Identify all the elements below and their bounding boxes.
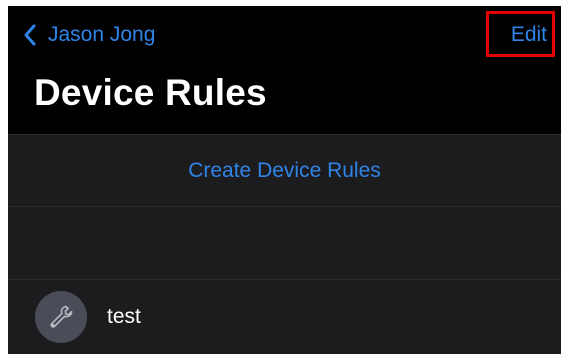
page-title: Device Rules [34,72,267,113]
empty-row [8,206,561,279]
navigation-bar: Jason Jong Edit Device Rules [8,6,561,134]
rule-name: test [107,305,141,328]
list-item[interactable]: test [8,279,561,354]
wrench-icon [50,305,73,328]
chevron-left-icon [24,24,36,46]
rule-avatar [35,291,87,343]
edit-button[interactable]: Edit [511,18,547,52]
device-rules-screen: Jason Jong Edit Device Rules Create Devi… [8,6,561,354]
back-button[interactable]: Jason Jong [22,18,155,52]
create-device-rules-button[interactable]: Create Device Rules [8,134,561,206]
rules-list: Create Device Rules test [8,134,561,354]
back-button-label: Jason Jong [48,23,156,46]
